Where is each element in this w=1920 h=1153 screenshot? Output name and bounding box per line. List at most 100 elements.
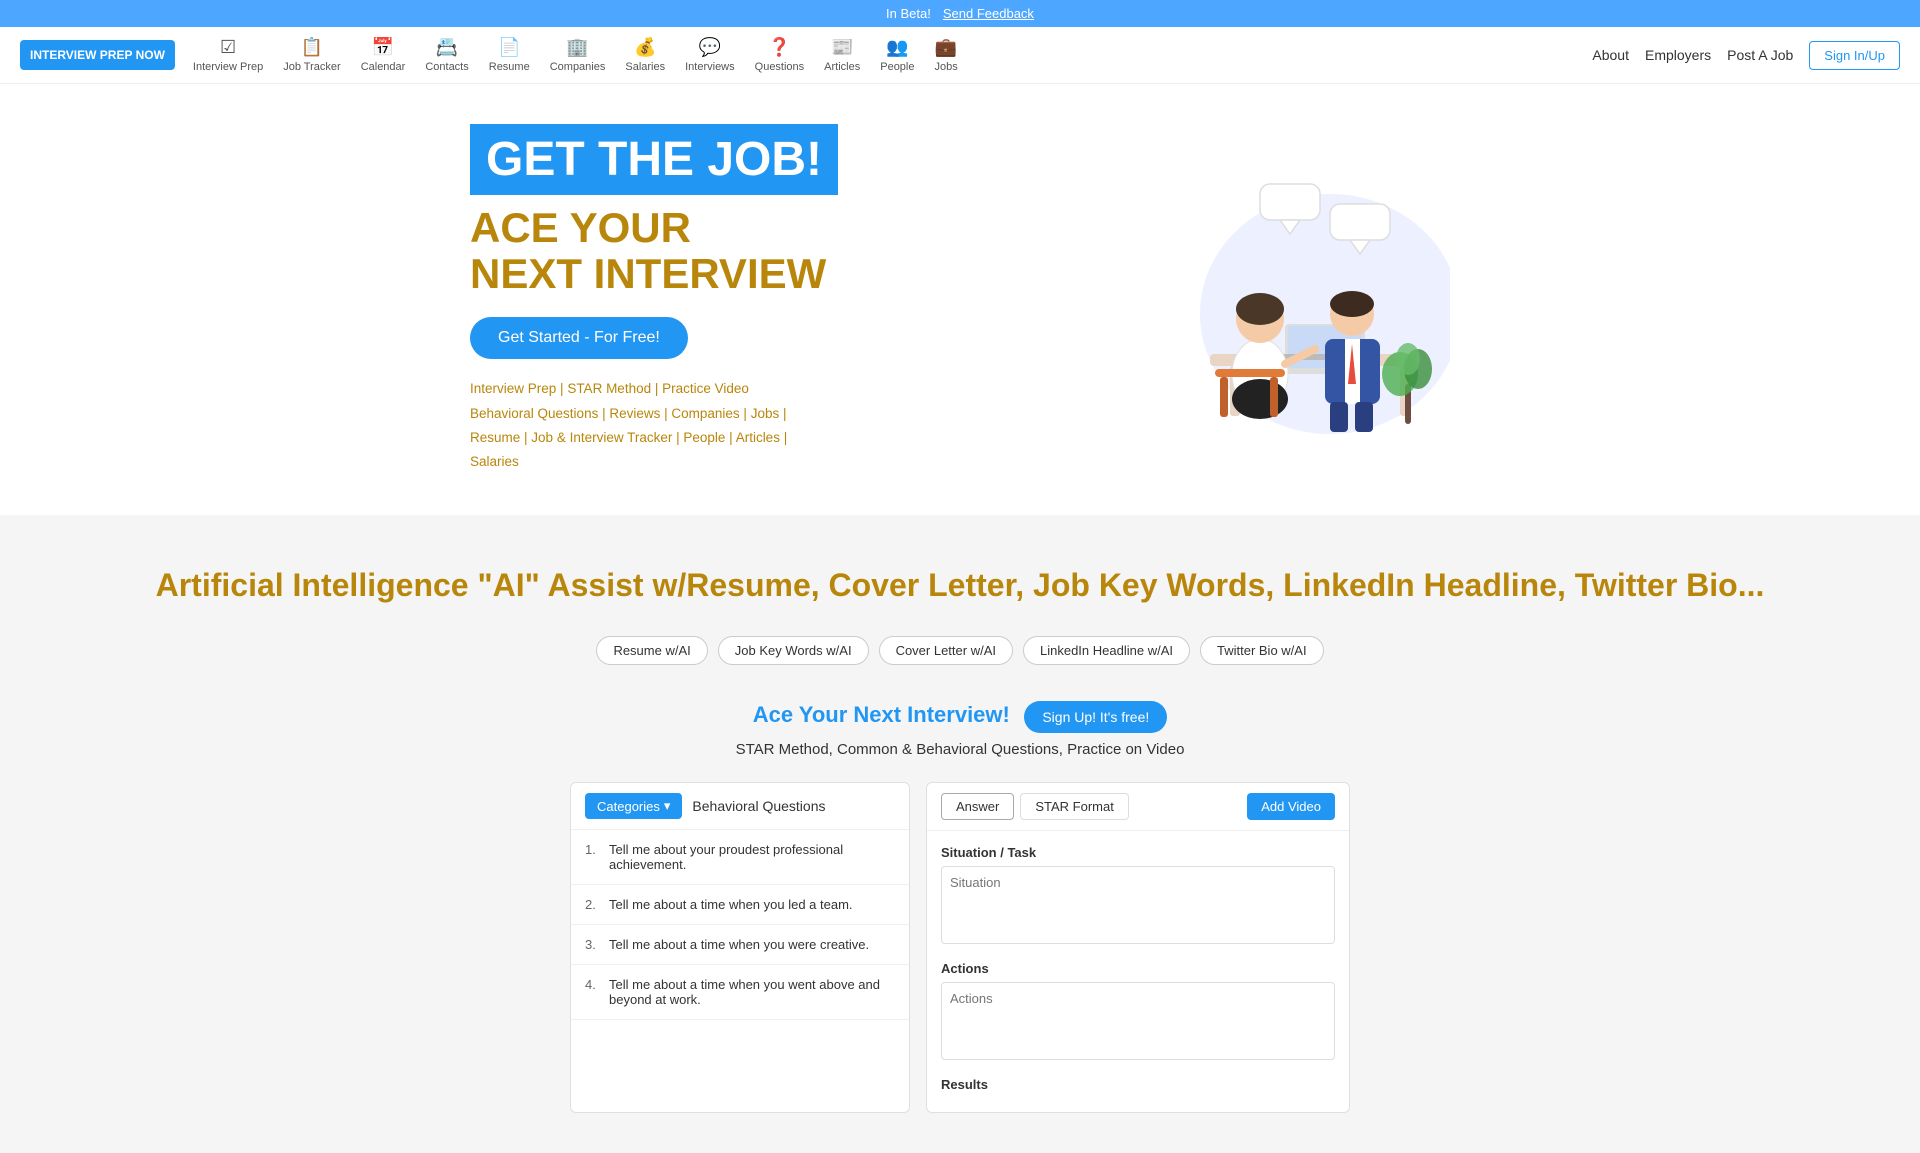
situation-label: Situation / Task <box>941 845 1335 860</box>
panel-title: Behavioral Questions <box>692 798 825 814</box>
gray-section: Artificial Intelligence "AI" Assist w/Re… <box>0 515 1920 1153</box>
nav-item-contacts[interactable]: 📇 Contacts <box>417 33 476 77</box>
question-item-3[interactable]: 3. Tell me about a time when you were cr… <box>571 925 909 965</box>
nav-items: ☑ Interview Prep 📋 Job Tracker 📅 Calenda… <box>185 33 966 77</box>
nav-left: INTERVIEW PREP NOW ☑ Interview Prep 📋 Jo… <box>20 33 966 77</box>
nav-item-calendar[interactable]: 📅 Calendar <box>353 33 414 77</box>
nav-item-jobs[interactable]: 💼 Jobs <box>927 33 966 77</box>
hero-links: Interview Prep | STAR Method | Practice … <box>470 377 1070 474</box>
question-num-3: 3. <box>585 937 601 952</box>
categories-button[interactable]: Categories ▾ <box>585 793 682 819</box>
right-panel: Answer STAR Format Add Video Situation /… <box>926 782 1350 1113</box>
hero-link-star[interactable]: STAR Method <box>567 381 651 396</box>
right-panel-header: Answer STAR Format Add Video <box>927 783 1349 831</box>
actions-label: Actions <box>941 961 1335 976</box>
hero-text: GET THE JOB! ACE YOUR NEXT INTERVIEW Get… <box>470 124 1070 475</box>
interview-prep-icon: ☑ <box>220 37 236 58</box>
ai-headline: Artificial Intelligence "AI" Assist w/Re… <box>40 565 1880 607</box>
add-video-button[interactable]: Add Video <box>1247 793 1335 820</box>
hero-subheadline: ACE YOUR NEXT INTERVIEW <box>470 205 1070 297</box>
resume-icon: 📄 <box>498 37 520 58</box>
interviews-icon: 💬 <box>699 37 721 58</box>
nav-label-contacts: Contacts <box>425 61 468 73</box>
question-item-2[interactable]: 2. Tell me about a time when you led a t… <box>571 885 909 925</box>
situation-textarea[interactable] <box>941 866 1335 944</box>
nav-item-companies[interactable]: 🏢 Companies <box>542 33 614 77</box>
hero-section: GET THE JOB! ACE YOUR NEXT INTERVIEW Get… <box>0 84 1920 515</box>
nav-label-job-tracker: Job Tracker <box>283 61 340 73</box>
nav-label-calendar: Calendar <box>361 61 406 73</box>
right-panel-body: Situation / Task Actions Results <box>927 831 1349 1112</box>
categories-chevron-icon: ▾ <box>664 798 671 814</box>
interview-panel: Categories ▾ Behavioral Questions 1. Tel… <box>570 782 1350 1113</box>
results-label: Results <box>941 1077 1335 1092</box>
ace-subtitle: STAR Method, Common & Behavioral Questio… <box>40 741 1880 758</box>
chip-twitter-ai[interactable]: Twitter Bio w/AI <box>1200 636 1324 665</box>
question-num-1: 1. <box>585 842 601 857</box>
hero-link-jobs[interactable]: Jobs <box>751 406 780 421</box>
chip-job-keywords-ai[interactable]: Job Key Words w/AI <box>718 636 869 665</box>
hero-link-resume[interactable]: Resume <box>470 430 520 445</box>
nav-label-questions: Questions <box>755 61 805 73</box>
nav-label-jobs: Jobs <box>935 61 958 73</box>
nav-item-resume[interactable]: 📄 Resume <box>481 33 538 77</box>
jobs-icon: 💼 <box>935 37 957 58</box>
feedback-link[interactable]: Send Feedback <box>943 6 1034 21</box>
signin-button[interactable]: Sign In/Up <box>1809 41 1900 70</box>
question-num-2: 2. <box>585 897 601 912</box>
nav-item-job-tracker[interactable]: 📋 Job Tracker <box>275 33 348 77</box>
hero-link-articles[interactable]: Articles <box>736 430 780 445</box>
question-text-4: Tell me about a time when you went above… <box>609 977 895 1007</box>
question-list: 1. Tell me about your proudest professio… <box>571 830 909 1020</box>
nav-item-interview-prep[interactable]: ☑ Interview Prep <box>185 33 271 77</box>
question-text-1: Tell me about your proudest professional… <box>609 842 895 872</box>
post-a-job-link[interactable]: Post A Job <box>1727 47 1793 63</box>
companies-icon: 🏢 <box>566 37 588 58</box>
chip-linkedin-ai[interactable]: LinkedIn Headline w/AI <box>1023 636 1190 665</box>
actions-textarea[interactable] <box>941 982 1335 1060</box>
hero-link-reviews[interactable]: Reviews <box>609 406 660 421</box>
question-text-2: Tell me about a time when you led a team… <box>609 897 853 912</box>
hero-link-video[interactable]: Practice Video <box>662 381 749 396</box>
calendar-icon: 📅 <box>372 37 394 58</box>
hero-link-salaries[interactable]: Salaries <box>470 454 519 469</box>
hero-link-interview-prep[interactable]: Interview Prep <box>470 381 556 396</box>
ace-section: Ace Your Next Interview! Sign Up! It's f… <box>40 701 1880 758</box>
nav-item-articles[interactable]: 📰 Articles <box>816 33 868 77</box>
hero-link-people[interactable]: People <box>683 430 725 445</box>
nav-item-salaries[interactable]: 💰 Salaries <box>617 33 673 77</box>
hero-image <box>1130 154 1450 444</box>
get-started-button[interactable]: Get Started - For Free! <box>470 317 688 359</box>
ace-title: Ace Your Next Interview! <box>753 702 1010 727</box>
employers-link[interactable]: Employers <box>1645 47 1711 63</box>
left-panel-header: Categories ▾ Behavioral Questions <box>571 783 909 830</box>
chip-cover-letter-ai[interactable]: Cover Letter w/AI <box>879 636 1013 665</box>
nav-label-articles: Articles <box>824 61 860 73</box>
tab-star-format[interactable]: STAR Format <box>1020 793 1129 820</box>
salaries-icon: 💰 <box>634 37 656 58</box>
top-nav: INTERVIEW PREP NOW ☑ Interview Prep 📋 Jo… <box>0 27 1920 84</box>
nav-label-salaries: Salaries <box>625 61 665 73</box>
tab-answer[interactable]: Answer <box>941 793 1014 820</box>
nav-label-interview-prep: Interview Prep <box>193 61 263 73</box>
ai-chips: Resume w/AI Job Key Words w/AI Cover Let… <box>40 636 1880 665</box>
tab-group: Answer STAR Format <box>941 793 1129 820</box>
nav-item-people[interactable]: 👥 People <box>872 33 922 77</box>
question-item-4[interactable]: 4. Tell me about a time when you went ab… <box>571 965 909 1020</box>
hero-link-companies[interactable]: Companies <box>671 406 739 421</box>
hero-link-behavioral[interactable]: Behavioral Questions <box>470 406 598 421</box>
nav-label-people: People <box>880 61 914 73</box>
signup-free-button[interactable]: Sign Up! It's free! <box>1024 701 1167 733</box>
people-icon: 👥 <box>886 37 908 58</box>
nav-logo[interactable]: INTERVIEW PREP NOW <box>20 40 175 70</box>
about-link[interactable]: About <box>1592 47 1629 63</box>
categories-label: Categories <box>597 799 660 814</box>
nav-right: About Employers Post A Job Sign In/Up <box>1592 41 1900 70</box>
left-panel: Categories ▾ Behavioral Questions 1. Tel… <box>570 782 910 1113</box>
hero-link-tracker[interactable]: Job & Interview Tracker <box>531 430 672 445</box>
nav-item-questions[interactable]: ❓ Questions <box>747 33 813 77</box>
question-item-1[interactable]: 1. Tell me about your proudest professio… <box>571 830 909 885</box>
nav-item-interviews[interactable]: 💬 Interviews <box>677 33 743 77</box>
chip-resume-ai[interactable]: Resume w/AI <box>596 636 707 665</box>
beta-banner: In Beta! Send Feedback <box>0 0 1920 27</box>
